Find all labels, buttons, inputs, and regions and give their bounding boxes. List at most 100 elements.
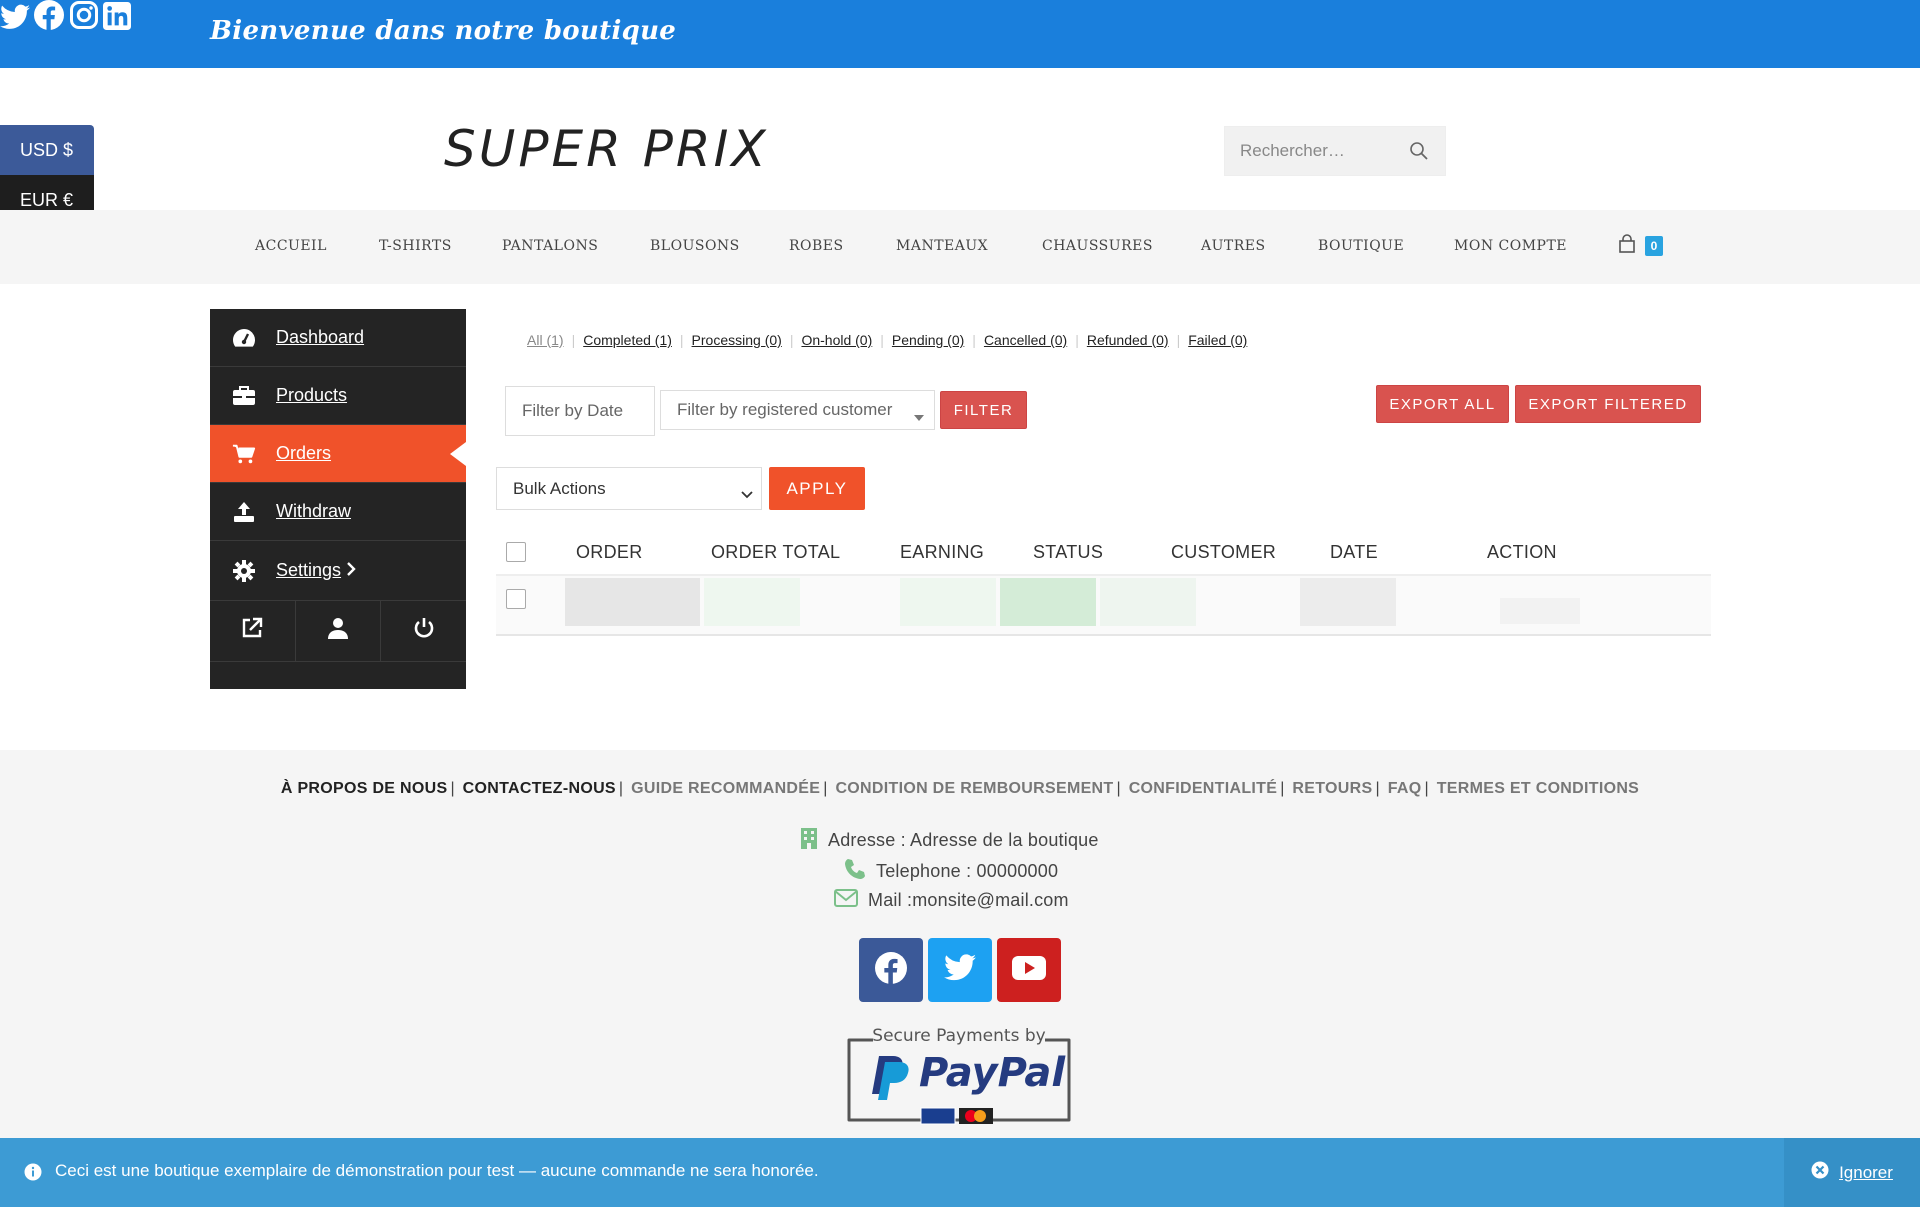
footer-link-returns[interactable]: RETOURS [1292, 780, 1372, 797]
address-text: Adresse : Adresse de la boutique [828, 830, 1099, 850]
twitter-icon[interactable] [0, 4, 34, 34]
status-link-refunded[interactable]: Refunded (0) [1087, 332, 1169, 348]
col-date[interactable]: DATE [1330, 542, 1378, 563]
user-icon [328, 617, 348, 644]
col-status[interactable]: STATUS [1033, 542, 1103, 563]
apply-button[interactable]: APPLY [769, 467, 865, 510]
filter-button[interactable]: FILTER [940, 391, 1027, 429]
nav-item-robes[interactable]: ROBES [789, 238, 844, 254]
site-footer: À PROPOS DE NOUS | CONTACTEZ-NOUS | GUIDE … [0, 750, 1920, 1150]
footer-links: À PROPOS DE NOUS | CONTACTEZ-NOUS | GUIDE … [280, 780, 1640, 797]
select-all-checkbox[interactable] [506, 542, 526, 562]
col-customer[interactable]: CUSTOMER [1171, 542, 1276, 563]
footer-youtube-button[interactable] [997, 938, 1061, 1002]
footer-link-refund[interactable]: CONDITION DE REMBOURSEMENT [835, 780, 1113, 797]
profile-button[interactable] [296, 600, 382, 661]
search-input[interactable]: Rechercher… [1240, 141, 1345, 161]
loading-placeholder-earning [900, 578, 996, 626]
instagram-icon[interactable] [69, 1, 103, 34]
sidebar-item-withdraw[interactable]: Withdraw [210, 483, 466, 541]
chevron-down-icon [741, 484, 753, 504]
export-filtered-button[interactable]: EXPORT FILTERED [1515, 385, 1701, 423]
footer-link-terms[interactable]: TERMES ET CONDITIONS [1437, 780, 1639, 797]
linkedin-icon[interactable] [103, 2, 132, 34]
loading-placeholder-action [1500, 598, 1580, 624]
logout-button[interactable] [381, 600, 466, 661]
visit-store-button[interactable] [210, 600, 296, 661]
table-row[interactable] [496, 576, 1711, 636]
status-link-failed[interactable]: Failed (0) [1188, 332, 1247, 348]
sidebar-label-settings: Settings [276, 560, 342, 580]
sidebar-label-withdraw: Withdraw [276, 501, 352, 521]
paypal-logo-text: PayPal [919, 1050, 1066, 1096]
status-link-on-hold[interactable]: On-hold (0) [801, 332, 872, 348]
footer-facebook-button[interactable] [859, 938, 923, 1002]
chevron-right-icon [346, 561, 356, 582]
filter-customer-placeholder: Filter by registered customer [677, 400, 893, 419]
dismiss-notice-button[interactable]: Ignorer [1784, 1138, 1920, 1207]
status-link-processing[interactable]: Processing (0) [692, 332, 782, 348]
currency-usd[interactable]: USD $ [0, 125, 94, 175]
youtube-icon [1012, 955, 1046, 985]
demo-store-notice: Ceci est une boutique exemplaire de démo… [0, 1138, 1920, 1207]
paypal-badge: Secure Payments by PayPal [845, 1026, 1073, 1126]
filter-date-input[interactable]: Filter by Date [505, 386, 655, 436]
nav-item-pantalons[interactable]: PANTALONS [502, 238, 598, 254]
col-action[interactable]: ACTION [1487, 542, 1557, 563]
building-icon [800, 827, 818, 854]
nav-item-autres[interactable]: AUTRES [1201, 238, 1266, 254]
status-link-cancelled[interactable]: Cancelled (0) [984, 332, 1067, 348]
sidebar-item-dashboard[interactable]: Dashboard [210, 309, 466, 367]
status-link-pending[interactable]: Pending (0) [892, 332, 964, 348]
sidebar-item-products[interactable]: Products [210, 367, 466, 425]
export-all-button[interactable]: EXPORT ALL [1376, 385, 1509, 423]
footer-twitter-button[interactable] [928, 938, 992, 1002]
filter-customer-select[interactable]: Filter by registered customer [660, 390, 935, 430]
nav-item-mon-compte[interactable]: MON COMPTE [1454, 238, 1567, 254]
cart-icon[interactable] [1618, 234, 1636, 259]
welcome-text: Bienvenue dans notre boutique [210, 16, 677, 46]
site-logo[interactable]: SUPER PRIX [444, 120, 769, 178]
external-link-icon [241, 617, 263, 644]
sidebar-item-settings[interactable]: Settings [210, 541, 466, 601]
col-order-total[interactable]: ORDER TOTAL [711, 542, 840, 563]
footer-phone: Telephone : 00000000 [844, 858, 1058, 885]
cart-count-badge: 0 [1645, 236, 1663, 256]
sidebar-item-orders[interactable]: Orders [210, 425, 466, 483]
loading-placeholder-order [565, 578, 700, 626]
row-checkbox[interactable] [506, 589, 526, 609]
footer-link-faq[interactable]: FAQ [1388, 780, 1422, 797]
nav-item-accueil[interactable]: ACCUEIL [255, 238, 327, 254]
main-nav: ACCUEIL T-SHIRTS PANTALONS BLOUSONS ROBE… [0, 210, 1920, 284]
cart-icon [232, 443, 256, 465]
col-earning[interactable]: EARNING [900, 542, 984, 563]
nav-item-blousons[interactable]: BLOUSONS [650, 238, 740, 254]
footer-link-contact[interactable]: CONTACTEZ-NOUS [463, 780, 616, 797]
nav-item-tshirts[interactable]: T-SHIRTS [379, 238, 452, 254]
status-link-all[interactable]: All (1) [527, 332, 564, 348]
nav-item-chaussures[interactable]: CHAUSSURES [1042, 238, 1153, 254]
search-box[interactable]: Rechercher… [1224, 126, 1446, 176]
footer-link-guide[interactable]: GUIDE RECOMMANDÉE [631, 780, 820, 797]
loading-placeholder-customer [1100, 578, 1196, 626]
facebook-icon[interactable] [34, 0, 68, 34]
dismiss-label: Ignorer [1839, 1162, 1893, 1182]
sidebar-bottom-actions [210, 600, 466, 662]
gear-icon [232, 560, 256, 582]
search-icon[interactable] [1409, 141, 1429, 166]
order-status-filters: All (1) | Completed (1) | Processing (0) | … [527, 332, 1248, 348]
nav-item-manteaux[interactable]: MANTEAUX [896, 238, 988, 254]
paypal-caption: Secure Payments by [872, 1026, 1046, 1046]
bulk-actions-value: Bulk Actions [513, 478, 606, 498]
phone-text: Telephone : 00000000 [876, 861, 1059, 881]
footer-address: Adresse : Adresse de la boutique [800, 827, 1099, 854]
footer-link-privacy[interactable]: CONFIDENTIALITÉ [1129, 780, 1278, 797]
bulk-actions-select[interactable]: Bulk Actions [496, 467, 762, 510]
twitter-icon [944, 954, 976, 986]
col-order[interactable]: ORDER [576, 542, 643, 563]
footer-link-about[interactable]: À PROPOS DE NOUS [281, 780, 448, 797]
nav-item-boutique[interactable]: BOUTIQUE [1318, 238, 1404, 254]
loading-placeholder-status [1000, 578, 1096, 626]
status-link-completed[interactable]: Completed (1) [583, 332, 672, 348]
loading-placeholder-total [704, 578, 800, 626]
